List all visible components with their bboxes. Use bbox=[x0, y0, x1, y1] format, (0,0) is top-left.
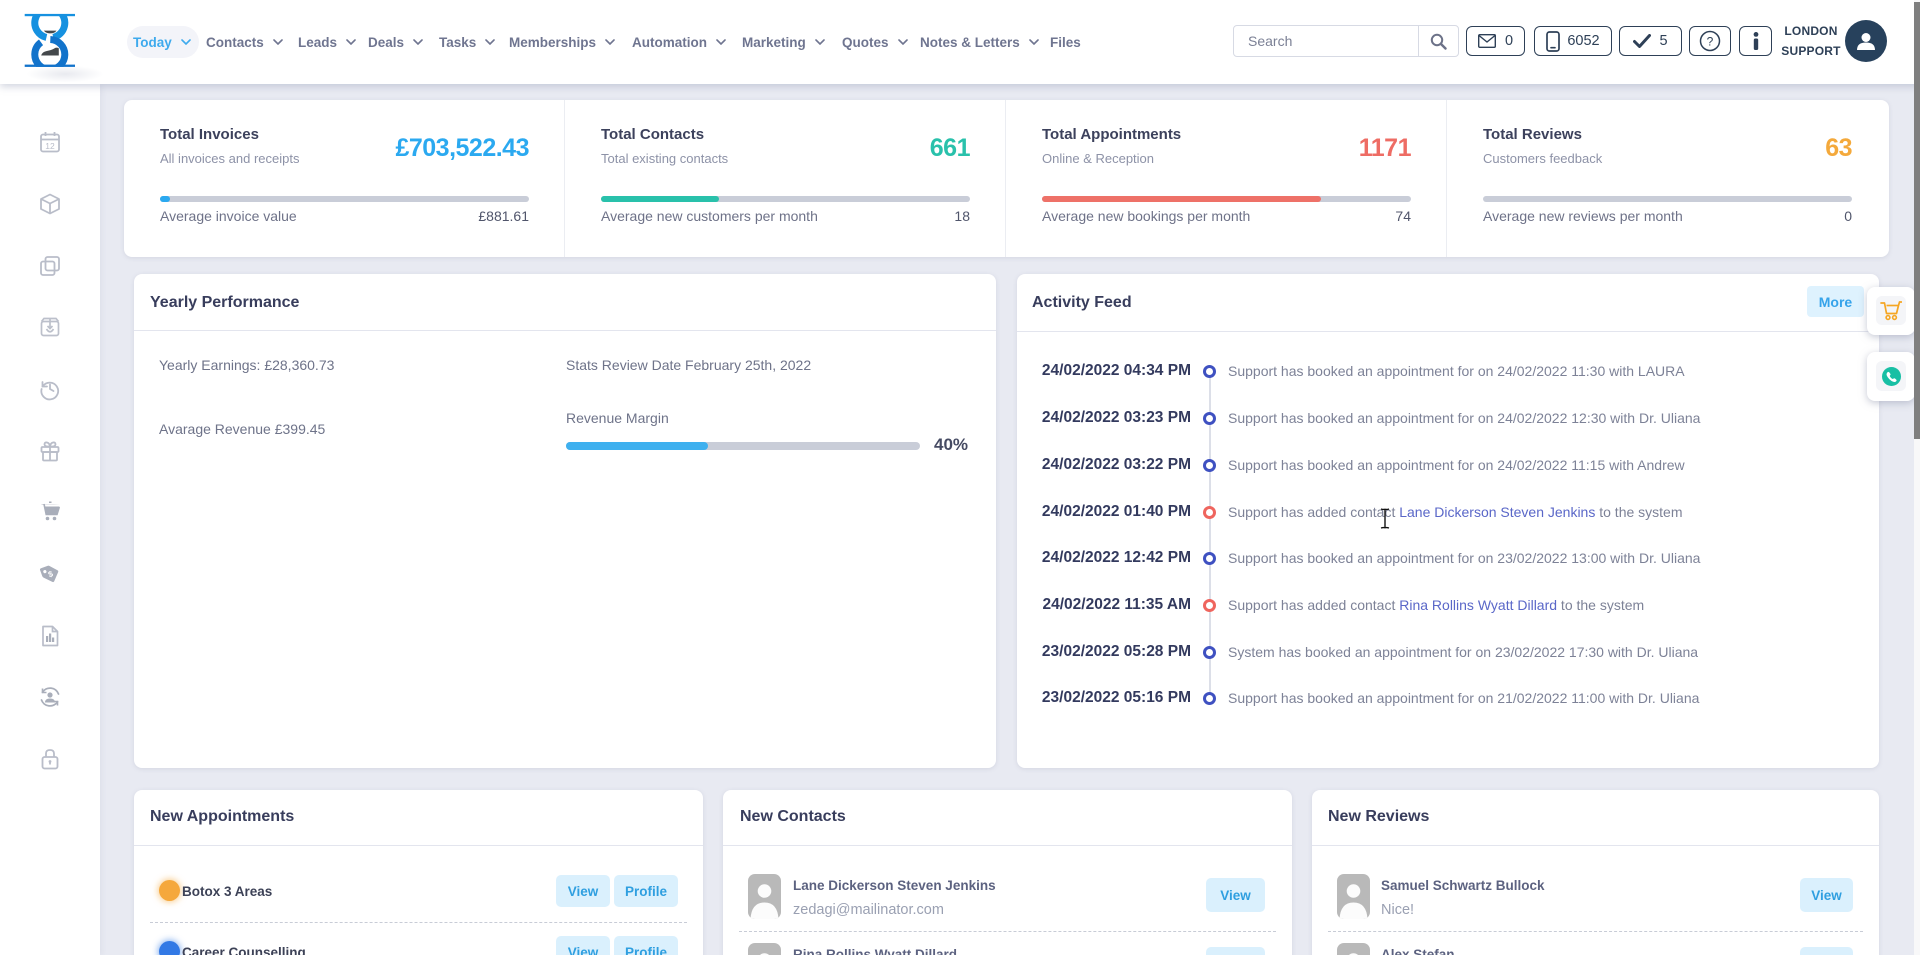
svg-text:12: 12 bbox=[45, 141, 55, 151]
svg-text:?: ? bbox=[1707, 35, 1714, 49]
